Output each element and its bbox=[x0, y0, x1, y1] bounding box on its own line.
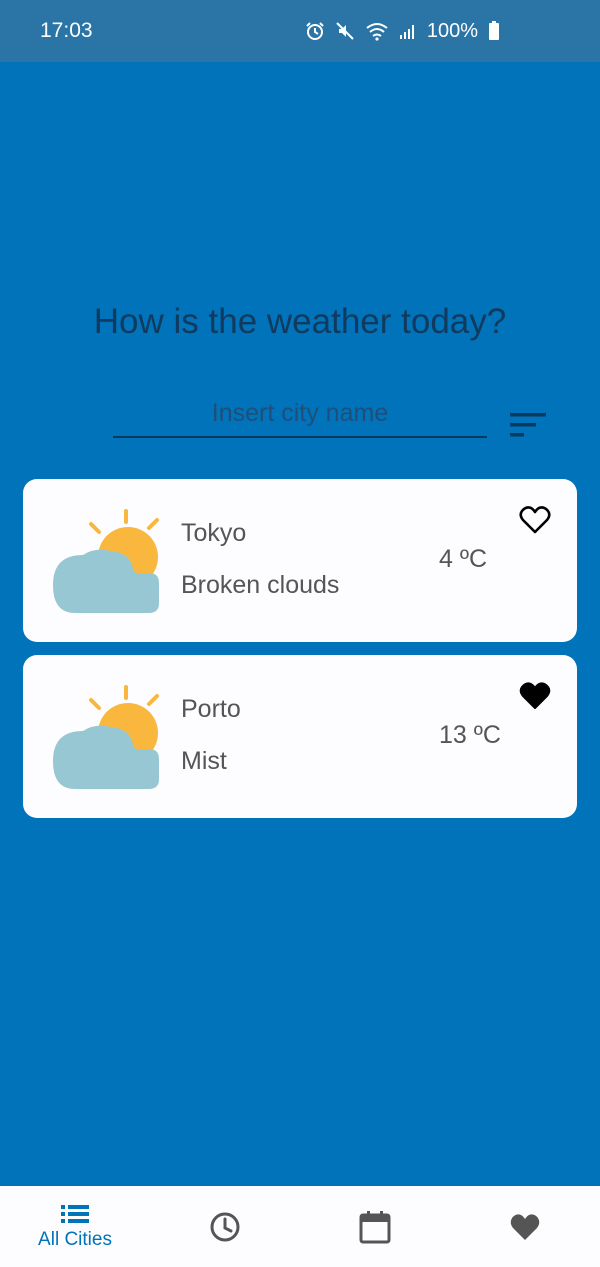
alarm-icon bbox=[306, 22, 324, 40]
search-input[interactable] bbox=[113, 390, 487, 436]
temperature: 4 ºC bbox=[439, 545, 488, 573]
nav-calendar[interactable] bbox=[300, 1186, 450, 1267]
status-time: 17:03 bbox=[40, 19, 93, 42]
nav-history[interactable] bbox=[150, 1186, 300, 1267]
page-title: How is the weather today? bbox=[93, 302, 507, 341]
calendar-icon bbox=[359, 1210, 391, 1243]
clock-icon bbox=[210, 1212, 240, 1241]
city-name: Tokyo bbox=[181, 519, 247, 547]
heart-icon bbox=[510, 1213, 540, 1240]
weather-description: Broken clouds bbox=[181, 571, 340, 599]
signal-icon bbox=[399, 25, 414, 39]
partly-cloudy-icon bbox=[53, 685, 159, 789]
sort-icon[interactable] bbox=[508, 410, 548, 440]
battery-icon bbox=[489, 21, 499, 40]
status-bar: 17:03 100% bbox=[0, 0, 600, 62]
battery-percent: 100% bbox=[426, 19, 478, 42]
city-card[interactable]: Tokyo Broken clouds 4 ºC bbox=[23, 479, 577, 642]
temperature: 13 ºC bbox=[439, 721, 501, 749]
nav-label: All Cities bbox=[38, 1228, 112, 1250]
search-field[interactable] bbox=[113, 390, 487, 438]
wifi-icon bbox=[366, 23, 388, 41]
status-icons: 100% bbox=[305, 20, 500, 43]
weather-description: Mist bbox=[181, 747, 227, 775]
nav-favorites[interactable] bbox=[450, 1186, 600, 1267]
city-name: Porto bbox=[181, 695, 241, 723]
favorite-filled-icon[interactable] bbox=[519, 681, 551, 711]
bottom-navigation: All Cities bbox=[0, 1186, 600, 1267]
list-icon bbox=[61, 1204, 89, 1223]
city-card[interactable]: Porto Mist 13 ºC bbox=[23, 655, 577, 818]
favorite-outline-icon[interactable] bbox=[519, 505, 551, 535]
nav-all-cities[interactable]: All Cities bbox=[0, 1186, 150, 1267]
partly-cloudy-icon bbox=[53, 509, 159, 613]
mute-icon bbox=[336, 22, 354, 40]
